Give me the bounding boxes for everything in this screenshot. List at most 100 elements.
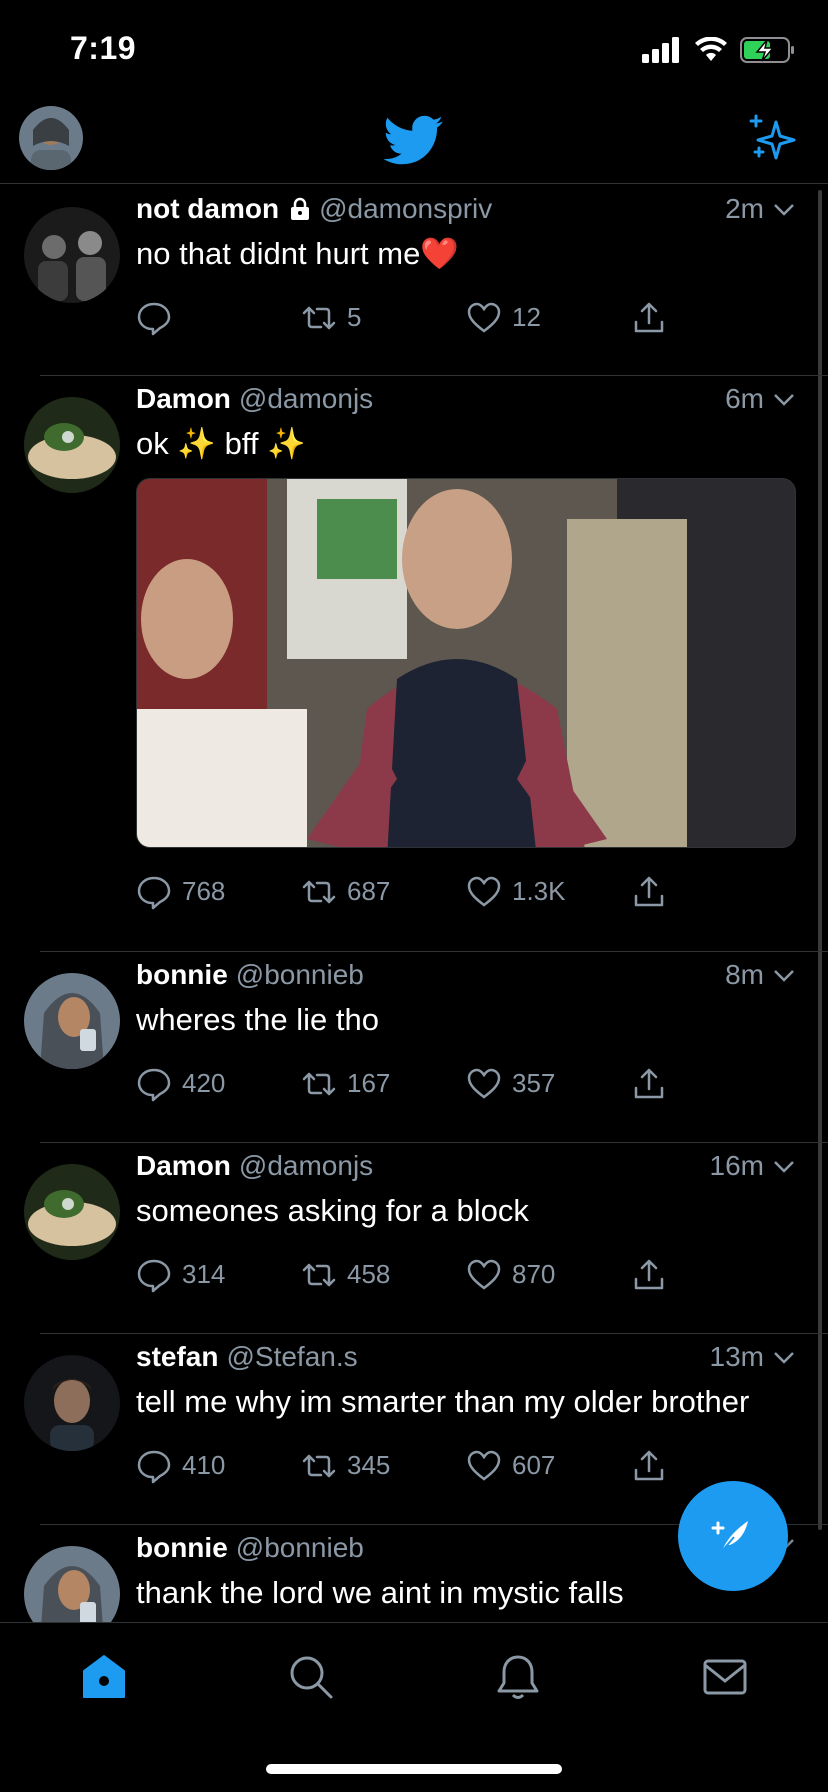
- reply-count: 420: [182, 1068, 226, 1099]
- reply-button[interactable]: 420: [136, 1066, 301, 1102]
- heart-icon: [467, 1068, 501, 1099]
- like-button[interactable]: 607: [466, 1448, 631, 1484]
- reply-icon: [137, 1259, 171, 1292]
- retweet-button[interactable]: 687: [301, 874, 466, 910]
- handle[interactable]: @bonnieb: [236, 1532, 364, 1564]
- share-button[interactable]: [631, 1066, 796, 1102]
- chevron-down-icon[interactable]: [772, 387, 796, 411]
- heart-icon: [467, 1259, 501, 1290]
- handle[interactable]: @damonjs: [239, 383, 373, 415]
- home-indicator[interactable]: [266, 1764, 562, 1774]
- tweet[interactable]: bonnie @bonnieb 8m wheres the lie tho 42…: [0, 951, 828, 1143]
- reply-icon: [137, 1450, 171, 1483]
- chevron-down-icon[interactable]: [772, 963, 796, 987]
- reply-button[interactable]: 768: [136, 874, 301, 910]
- like-button[interactable]: 870: [466, 1257, 631, 1293]
- share-button[interactable]: [631, 1448, 796, 1484]
- display-name[interactable]: bonnie: [136, 959, 228, 991]
- status-icons: [642, 36, 796, 64]
- tweet-text: ok ✨ bff ✨: [136, 426, 306, 461]
- tweet-header: stefan @Stefan.s 13m: [136, 1333, 796, 1373]
- like-count: 870: [512, 1259, 556, 1290]
- tweet[interactable]: not damon @damonspriv 2m no that didnt h…: [0, 185, 828, 376]
- wifi-icon: [695, 37, 727, 61]
- reply-button[interactable]: 314: [136, 1257, 301, 1293]
- handle[interactable]: @Stefan.s: [226, 1341, 357, 1373]
- sparkle-icon[interactable]: [746, 112, 798, 164]
- compose-feather-icon: [711, 1521, 748, 1552]
- chevron-down-icon[interactable]: [772, 1154, 796, 1178]
- handle[interactable]: @damonspriv: [319, 193, 492, 225]
- reply-button[interactable]: [136, 300, 301, 336]
- tweet-header: Damon @damonjs 16m: [136, 1142, 796, 1182]
- reply-count: 314: [182, 1259, 226, 1290]
- retweet-count: 167: [347, 1068, 391, 1099]
- display-name[interactable]: not damon: [136, 193, 279, 225]
- chevron-down-icon[interactable]: [772, 197, 796, 221]
- display-name[interactable]: stefan: [136, 1341, 218, 1373]
- display-name[interactable]: Damon: [136, 383, 231, 415]
- tweet-time: 8m: [725, 959, 796, 991]
- tweet-media-image[interactable]: [136, 477, 796, 848]
- share-icon: [634, 302, 664, 332]
- like-button[interactable]: 357: [466, 1066, 631, 1102]
- timestamp: 13m: [709, 1341, 764, 1372]
- tweet-actions: 768 687 1.3K: [136, 848, 796, 936]
- share-icon: [634, 876, 664, 906]
- reply-count: 768: [182, 876, 226, 907]
- battery-charging-icon: [740, 37, 794, 63]
- notifications-icon[interactable]: [494, 1653, 542, 1701]
- share-icon: [634, 1259, 664, 1289]
- search-icon[interactable]: [287, 1653, 335, 1701]
- reply-count: 410: [182, 1450, 226, 1481]
- tweet-header: not damon @damonspriv 2m: [136, 185, 796, 225]
- tweet-actions: 420 167 357: [136, 1040, 796, 1128]
- retweet-button[interactable]: 345: [301, 1448, 466, 1484]
- display-name[interactable]: bonnie: [136, 1532, 228, 1564]
- reply-icon: [137, 302, 171, 335]
- handle[interactable]: @damonjs: [239, 1150, 373, 1182]
- chevron-down-icon[interactable]: [772, 1345, 796, 1369]
- compose-tweet-button[interactable]: [678, 1481, 788, 1591]
- reply-button[interactable]: 410: [136, 1448, 301, 1484]
- share-button[interactable]: [631, 874, 796, 910]
- tweet-actions: 5 12: [136, 274, 796, 362]
- timestamp: 16m: [709, 1150, 764, 1181]
- reply-icon: [137, 876, 171, 909]
- tweet-text: thank the lord we aint in mystic falls: [136, 1575, 624, 1610]
- tweet-time: 6m: [725, 383, 796, 415]
- display-name[interactable]: Damon: [136, 1150, 231, 1182]
- profile-avatar[interactable]: [19, 106, 83, 170]
- like-button[interactable]: 1.3K: [466, 874, 631, 910]
- tweet-text: wheres the lie tho: [136, 1002, 379, 1037]
- like-button[interactable]: 12: [466, 300, 631, 336]
- timestamp: 8m: [725, 959, 764, 990]
- reply-icon: [137, 1068, 171, 1101]
- twitter-bird-icon[interactable]: [384, 110, 444, 170]
- retweet-icon: [302, 1263, 336, 1286]
- handle[interactable]: @bonnieb: [236, 959, 364, 991]
- heart-icon: [467, 302, 501, 333]
- cellular-signal-icon: [642, 37, 679, 63]
- timestamp: 6m: [725, 383, 764, 414]
- tweet[interactable]: Damon @damonjs 6m ok ✨ bff ✨ 768 687 1.3…: [0, 375, 828, 952]
- tweet-time: 2m: [725, 193, 796, 225]
- retweet-button[interactable]: 167: [301, 1066, 466, 1102]
- share-icon: [634, 1450, 664, 1480]
- retweet-count: 345: [347, 1450, 391, 1481]
- messages-icon[interactable]: [701, 1653, 749, 1701]
- status-time: 7:19: [70, 30, 137, 66]
- home-icon[interactable]: [80, 1653, 128, 1701]
- share-button[interactable]: [631, 300, 796, 336]
- tweet[interactable]: Damon @damonjs 16m someones asking for a…: [0, 1142, 828, 1334]
- tweet-time: 16m: [710, 1150, 796, 1182]
- like-count: 607: [512, 1450, 556, 1481]
- retweet-icon: [302, 1454, 336, 1477]
- retweet-button[interactable]: 5: [301, 300, 466, 336]
- timestamp: 2m: [725, 193, 764, 224]
- lock-icon: [291, 197, 310, 220]
- status-bar: 7:19: [0, 0, 828, 100]
- retweet-button[interactable]: 458: [301, 1257, 466, 1293]
- share-button[interactable]: [631, 1257, 796, 1293]
- retweet-count: 687: [347, 876, 391, 907]
